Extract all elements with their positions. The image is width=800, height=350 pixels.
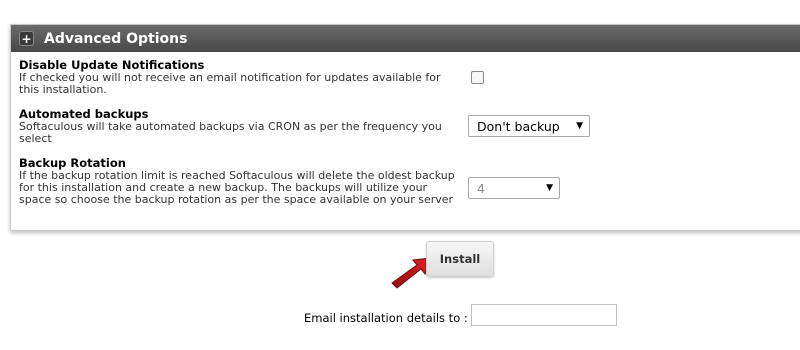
backup-rotation-row: Backup Rotation If the backup rotation l…: [19, 157, 461, 206]
chevron-down-icon: ▼: [576, 121, 583, 131]
automated-backups-description: Softaculous will take automated backups …: [19, 120, 442, 145]
install-button[interactable]: Install: [426, 241, 494, 277]
chevron-down-icon: ▼: [546, 183, 553, 193]
disable-update-notifications-description: If checked you will not receive an email…: [19, 71, 441, 96]
advanced-options-header[interactable]: + Advanced Options: [11, 25, 800, 52]
backup-rotation-selected-value: 4: [477, 180, 485, 196]
automated-backups-select[interactable]: Don't backup ▼: [468, 115, 590, 137]
disable-update-notifications-checkbox[interactable]: [471, 71, 484, 84]
email-installation-label: Email installation details to :: [304, 311, 468, 325]
email-installation-input[interactable]: [471, 304, 617, 326]
advanced-options-title: Advanced Options: [44, 30, 188, 47]
advanced-options-panel: + Advanced Options Disable Update Notifi…: [10, 24, 800, 231]
backup-rotation-description: If the backup rotation limit is reached …: [19, 169, 455, 206]
disable-update-notifications-row: Disable Update Notifications If checked …: [19, 59, 461, 96]
backup-rotation-select[interactable]: 4 ▼: [468, 177, 560, 199]
automated-backups-selected-value: Don't backup: [477, 118, 560, 134]
plus-icon[interactable]: +: [19, 31, 34, 46]
automated-backups-row: Automated backups Softaculous will take …: [19, 108, 461, 145]
